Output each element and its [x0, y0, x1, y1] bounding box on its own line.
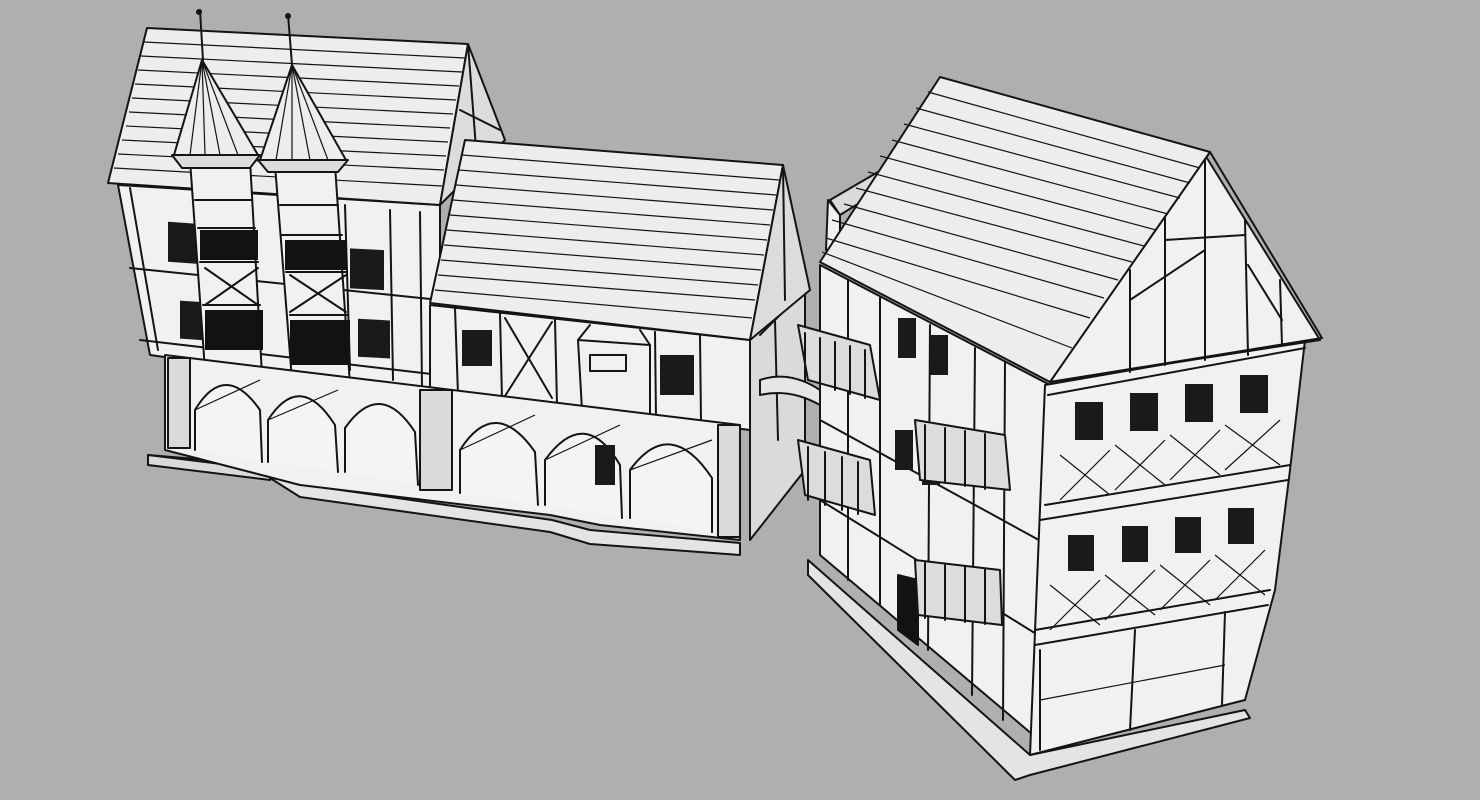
scene-render[interactable]	[0, 0, 1480, 800]
balcony-lower-right	[914, 559, 1003, 626]
left-building-model[interactable]	[107, 9, 821, 556]
3d-viewport[interactable]	[0, 0, 1480, 800]
right-building-model[interactable]	[797, 76, 1323, 781]
left-building-annex-roof	[429, 139, 811, 341]
